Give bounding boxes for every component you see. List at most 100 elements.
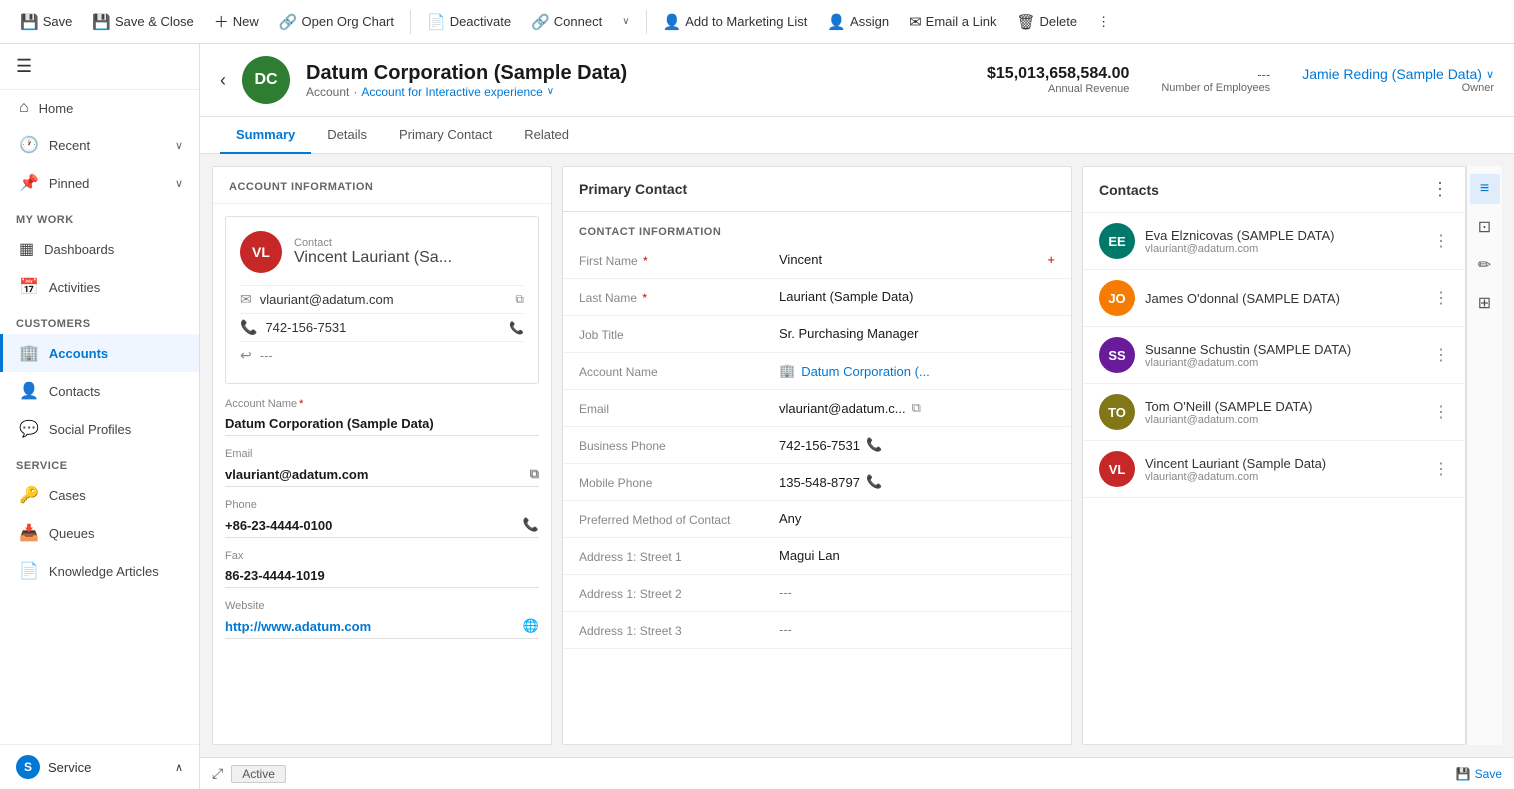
deactivate-icon: 📄 <box>427 13 446 31</box>
contact-info-vl: Vincent Lauriant (Sample Data) vlauriant… <box>1145 456 1423 483</box>
new-button[interactable]: ＋ New <box>206 7 267 36</box>
primary-contact-title: Primary Contact <box>563 167 1071 212</box>
sidebar-item-cases[interactable]: 🔑 Cases <box>0 476 199 514</box>
connect-chevron-button[interactable]: ∨ <box>614 12 637 31</box>
back-button[interactable]: ‹ <box>220 70 226 91</box>
contact-list-item-to: TO Tom O'Neill (SAMPLE DATA) vlauriant@a… <box>1083 384 1465 441</box>
form-row-job-title: Job Title Sr. Purchasing Manager <box>563 316 1071 353</box>
contact-info-subtitle: CONTACT INFORMATION <box>563 212 1071 242</box>
sidebar-item-recent[interactable]: 🕐 Recent ∨ <box>0 126 199 164</box>
contact-info-form: First Name * Vincent + Last Name * <box>563 242 1071 649</box>
side-icon-card[interactable]: ⊡ <box>1470 212 1500 242</box>
first-name-required-icon: + <box>1047 252 1055 267</box>
contact-email-to: vlauriant@adatum.com <box>1145 414 1423 426</box>
side-icon-list[interactable]: ≡ <box>1470 174 1500 204</box>
contact-more-to[interactable]: ⋮ <box>1433 402 1449 422</box>
status-badge: Active <box>231 765 286 783</box>
phone-call-icon[interactable]: 📞 <box>509 321 524 335</box>
contact-info-ss: Susanne Schustin (SAMPLE DATA) vlauriant… <box>1145 342 1423 369</box>
mobile-phone-call-icon[interactable]: 📞 <box>866 474 882 490</box>
email-field-icon: ✉ <box>240 291 252 308</box>
contact-name-vl[interactable]: Vincent Lauriant (Sample Data) <box>1145 456 1423 471</box>
dashboards-icon: ▦ <box>19 239 34 259</box>
account-name-link[interactable]: Datum Corporation (... <box>801 364 930 379</box>
phone-label: Phone <box>225 499 539 511</box>
business-phone-call-icon[interactable]: 📞 <box>866 437 882 453</box>
contact-info-ee: Eva Elznicovas (SAMPLE DATA) vlauriant@a… <box>1145 228 1423 255</box>
sidebar-item-social-profiles[interactable]: 💬 Social Profiles <box>0 410 199 448</box>
connect-button[interactable]: 🔗 Connect <box>523 9 610 35</box>
tab-summary[interactable]: Summary <box>220 117 311 154</box>
panels: ACCOUNT INFORMATION VL Contact Vincent L… <box>200 154 1514 757</box>
last-name-label: Last Name * <box>579 289 779 305</box>
contact-more-ss[interactable]: ⋮ <box>1433 345 1449 365</box>
sidebar-item-knowledge[interactable]: 📄 Knowledge Articles <box>0 552 199 590</box>
tab-primary-contact[interactable]: Primary Contact <box>383 117 508 154</box>
email-form-copy-icon[interactable]: ⧉ <box>912 400 921 416</box>
side-icon-edit[interactable]: ✏ <box>1470 250 1500 280</box>
sidebar-item-home[interactable]: ⌂ Home <box>0 90 199 126</box>
street1-value: Magui Lan <box>779 548 1055 563</box>
tab-related[interactable]: Related <box>508 117 585 154</box>
status-save-button[interactable]: 💾 Save <box>1456 767 1502 781</box>
sidebar-item-contacts[interactable]: 👤 Contacts <box>0 372 199 410</box>
email-action-icon[interactable]: ⧉ <box>530 466 539 482</box>
chevron-down-icon: ∨ <box>622 16 629 27</box>
record-breadcrumb2[interactable]: Account for Interactive experience <box>361 85 542 99</box>
contact-more-ee[interactable]: ⋮ <box>1433 231 1449 251</box>
fax-group: Fax 86-23-4444-1019 <box>225 550 539 588</box>
marketing-button[interactable]: 👤 Add to Marketing List <box>655 9 816 35</box>
contact-email-ss: vlauriant@adatum.com <box>1145 357 1423 369</box>
owner-link[interactable]: Jamie Reding (Sample Data) <box>1302 66 1482 82</box>
primary-contact-panel: Primary Contact CONTACT INFORMATION Firs… <box>562 166 1072 745</box>
email-copy-icon[interactable]: ⧉ <box>515 292 524 307</box>
expand-button[interactable]: ⤢ <box>212 765 223 782</box>
contact-name-ss[interactable]: Susanne Schustin (SAMPLE DATA) <box>1145 342 1423 357</box>
avatar-to: TO <box>1099 394 1135 430</box>
email-link-button[interactable]: ✉ Email a Link <box>901 9 1004 35</box>
sidebar-item-dashboards[interactable]: ▦ Dashboards <box>0 230 199 268</box>
last-name-value: Lauriant (Sample Data) <box>779 289 1055 304</box>
contact-name-ee[interactable]: Eva Elznicovas (SAMPLE DATA) <box>1145 228 1423 243</box>
contact-list-item-jo: JO James O'donnal (SAMPLE DATA) ⋮ <box>1083 270 1465 327</box>
social-icon: 💬 <box>19 419 39 439</box>
more-button[interactable]: ⋮ <box>1089 10 1118 34</box>
email-link-icon: ✉ <box>909 13 922 31</box>
sidebar-item-queues[interactable]: 📥 Queues <box>0 514 199 552</box>
contact-name-value[interactable]: Vincent Lauriant (Sa... <box>294 249 452 267</box>
contact-card-header: VL Contact Vincent Lauriant (Sa... <box>240 231 524 273</box>
fax-value: 86-23-4444-1019 <box>225 564 539 588</box>
record-header: ‹ DC Datum Corporation (Sample Data) Acc… <box>200 44 1514 117</box>
deactivate-button[interactable]: 📄 Deactivate <box>419 9 519 35</box>
save-icon: 💾 <box>20 13 39 31</box>
contacts-panel-header: Contacts ⋮ <box>1083 167 1465 213</box>
contacts-panel-more-icon[interactable]: ⋮ <box>1431 179 1449 200</box>
sidebar-item-accounts[interactable]: 🏢 Accounts <box>0 334 199 372</box>
delete-button[interactable]: 🗑 Delete <box>1008 9 1085 35</box>
sidebar-item-pinned[interactable]: 📌 Pinned ∨ <box>0 164 199 202</box>
save-close-button[interactable]: 💾 Save & Close <box>84 9 201 35</box>
separator2 <box>646 10 647 34</box>
owner-item: Jamie Reding (Sample Data) ∨ Owner <box>1302 66 1494 94</box>
side-icon-table[interactable]: ⊞ <box>1470 288 1500 318</box>
contact-more-vl[interactable]: ⋮ <box>1433 459 1449 479</box>
org-chart-button[interactable]: 🔗 Open Org Chart <box>271 9 402 35</box>
hamburger-icon[interactable]: ☰ <box>16 56 32 77</box>
knowledge-icon: 📄 <box>19 561 39 581</box>
phone-action-icon[interactable]: 📞 <box>523 517 539 533</box>
sidebar-item-activities[interactable]: 📅 Activities <box>0 268 199 306</box>
website-action-icon[interactable]: 🌐 <box>523 618 539 634</box>
right-side-icons: ≡ ⊡ ✏ ⊞ <box>1466 166 1502 745</box>
recent-chevron-icon: ∨ <box>175 139 183 152</box>
contact-name-to[interactable]: Tom O'Neill (SAMPLE DATA) <box>1145 399 1423 414</box>
contact-more-jo[interactable]: ⋮ <box>1433 288 1449 308</box>
tab-details[interactable]: Details <box>311 117 383 154</box>
record-title-area: Datum Corporation (Sample Data) Account … <box>306 62 971 99</box>
assign-button[interactable]: 👤 Assign <box>819 9 897 35</box>
account-name-form-label: Account Name <box>579 363 779 379</box>
save-button[interactable]: 💾 Save <box>12 9 80 35</box>
contact-name-jo[interactable]: James O'donnal (SAMPLE DATA) <box>1145 291 1423 306</box>
annual-revenue-label: Annual Revenue <box>987 83 1129 95</box>
more-icon: ⋮ <box>1097 14 1110 30</box>
sidebar-footer[interactable]: S Service ∧ <box>0 744 199 789</box>
